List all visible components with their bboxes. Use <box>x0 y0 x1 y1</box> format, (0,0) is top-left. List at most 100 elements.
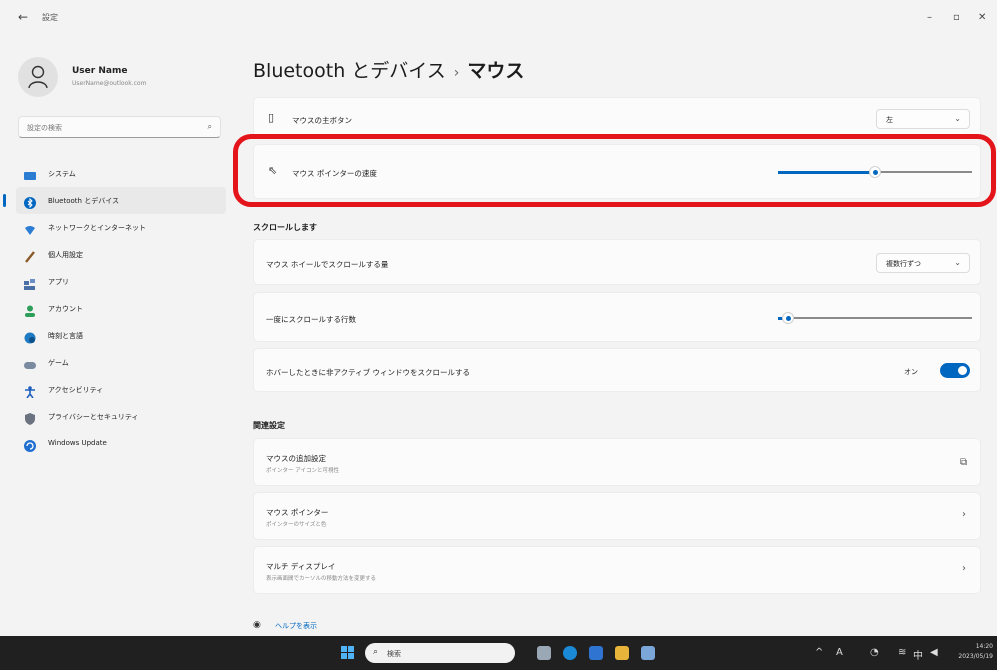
accessibility-icon <box>24 383 36 399</box>
primary-button-value: 左 <box>886 116 893 124</box>
scroll-lines-slider[interactable] <box>778 312 972 324</box>
sidebar-item-accounts[interactable]: アカウント <box>16 295 226 322</box>
related-item[interactable]: マルチ ディスプレイ 表示画面間でカーソルの移動方法を変更する › <box>253 546 981 594</box>
sidebar-item-label: 個人用設定 <box>48 251 83 259</box>
chevron-down-icon: ⌄ <box>954 114 961 123</box>
primary-button-label: マウスの主ボタン <box>292 116 352 125</box>
clock-date: 2023/05/19 <box>958 653 993 660</box>
edge-icon[interactable] <box>563 646 577 660</box>
user-name: User Name <box>72 66 128 76</box>
inactive-scroll-toggle[interactable] <box>940 363 970 378</box>
sidebar-item-label: Bluetooth とデバイス <box>48 197 119 205</box>
inactive-scroll-label: ホバーしたときに非アクティブ ウィンドウをスクロールする <box>266 368 471 377</box>
sidebar-nav: システム Bluetooth とデバイス ネットワークとインターネット 個人用設… <box>3 160 226 457</box>
title-bar: ← 設定 – ▫ ✕ <box>0 0 997 36</box>
help-icon: ◉ <box>253 620 261 630</box>
maximize-button[interactable]: ▫ <box>953 12 960 23</box>
close-button[interactable]: ✕ <box>978 12 986 23</box>
sidebar-item-accessibility[interactable]: アクセシビリティ <box>16 376 226 403</box>
shield-icon <box>24 410 36 425</box>
settings-app-icon[interactable] <box>641 646 655 660</box>
user-profile[interactable]: User Name UserName@outlook.com <box>18 57 228 101</box>
clock[interactable]: 14:20 2023/05/19 <box>958 642 993 662</box>
slider-thumb[interactable] <box>781 312 794 324</box>
sidebar-item-system[interactable]: システム <box>16 160 226 187</box>
language-icon[interactable]: 中 <box>913 647 923 662</box>
related-item[interactable]: マウス ポインター ポインターのサイズと色 › <box>253 492 981 540</box>
sidebar-item-windows-update[interactable]: Windows Update <box>16 430 226 457</box>
wheel-amount-row: マウス ホイールでスクロールする量 複数行ずつ ⌄ <box>253 239 981 285</box>
user-email: UserName@outlook.com <box>72 80 147 87</box>
search-icon: ⌕ <box>373 647 379 657</box>
related-item-subtitle: 表示画面間でカーソルの移動方法を変更する <box>266 576 377 582</box>
chevron-down-icon: ⌄ <box>954 258 961 267</box>
taskbar-search[interactable]: ⌕ 検索 <box>365 643 515 663</box>
related-item[interactable]: マウスの追加設定 ポインター アイコンと可視性 ⧉ <box>253 438 981 486</box>
apps-icon <box>24 275 36 290</box>
breadcrumb-separator-icon: › <box>453 65 460 81</box>
scroll-lines-row: 一度にスクロールする行数 <box>253 292 981 342</box>
sidebar-item-label: アクセシビリティ <box>48 386 104 394</box>
task-view-icon[interactable] <box>537 646 551 660</box>
wheel-amount-dropdown[interactable]: 複数行ずつ ⌄ <box>876 253 970 273</box>
explorer-icon[interactable] <box>615 646 629 660</box>
tray-chevron-icon[interactable]: ^ <box>815 647 823 658</box>
search-input[interactable]: 設定の検索 <box>27 123 62 133</box>
volume-icon[interactable]: ◀ <box>930 647 938 658</box>
ime-icon[interactable]: A <box>836 647 843 658</box>
clock-time: 14:20 <box>975 643 993 650</box>
slider-track <box>778 317 972 319</box>
wheel-amount-value: 複数行ずつ <box>886 260 921 268</box>
sidebar-item-label: ネットワークとインターネット <box>48 224 146 232</box>
inactive-scroll-row: ホバーしたときに非アクティブ ウィンドウをスクロールする オン <box>253 348 981 392</box>
sidebar-item-personalization[interactable]: 個人用設定 <box>16 241 226 268</box>
app-title: 設定 <box>42 13 58 22</box>
sidebar-item-label: システム <box>48 170 76 178</box>
sidebar-item-label: Windows Update <box>48 439 107 447</box>
related-section-heading: 関連設定 <box>253 421 285 430</box>
taskbar-search-input[interactable]: 検索 <box>387 649 401 659</box>
mouse-icon: ▯ <box>268 111 275 124</box>
breadcrumb-parent[interactable]: Bluetooth とデバイス <box>253 60 446 82</box>
sidebar-item-label: アプリ <box>48 278 69 286</box>
related-item-title: マウス ポインター <box>266 508 329 517</box>
store-icon[interactable] <box>589 646 603 660</box>
pointer-icon: ⇖ <box>268 164 278 177</box>
sidebar-item-time-language[interactable]: 時刻と言語 <box>16 322 226 349</box>
pointer-speed-row: ⇖ マウス ポインターの速度 <box>253 144 981 199</box>
sidebar-item-bluetooth[interactable]: Bluetooth とデバイス <box>3 187 226 214</box>
related-item-title: マルチ ディスプレイ <box>266 562 336 571</box>
primary-button-dropdown[interactable]: 左 ⌄ <box>876 109 970 129</box>
help-label: ヘルプを表示 <box>275 622 317 630</box>
open-external-icon: ⧉ <box>960 457 968 468</box>
back-button[interactable]: ← <box>18 10 28 24</box>
wifi-icon[interactable]: ≋ <box>898 647 906 658</box>
pointer-speed-slider[interactable] <box>778 166 972 178</box>
globe-clock-icon <box>24 329 36 344</box>
scroll-lines-label: 一度にスクロールする行数 <box>266 315 356 324</box>
minimize-button[interactable]: – <box>927 12 932 23</box>
wheel-amount-label: マウス ホイールでスクロールする量 <box>266 260 389 269</box>
breadcrumb: Bluetooth とデバイス › マウス <box>253 56 524 83</box>
bluetooth-icon <box>24 194 36 209</box>
sidebar-item-label: プライバシーとセキュリティ <box>48 413 139 421</box>
brush-icon <box>24 248 36 263</box>
search-icon: ⌕ <box>207 122 212 131</box>
sidebar-item-privacy[interactable]: プライバシーとセキュリティ <box>16 403 226 430</box>
chevron-right-icon: › <box>962 509 966 520</box>
sidebar-item-gaming[interactable]: ゲーム <box>16 349 226 376</box>
slider-thumb[interactable] <box>869 166 881 178</box>
related-item-subtitle: ポインター アイコンと可視性 <box>266 468 339 474</box>
slider-fill <box>778 170 875 174</box>
windows-start-icon[interactable] <box>341 646 355 660</box>
search-box[interactable]: 設定の検索 ⌕ <box>18 116 221 138</box>
sidebar-item-network[interactable]: ネットワークとインターネット <box>16 214 226 241</box>
sidebar-item-label: ゲーム <box>48 359 69 367</box>
tray-status-icon[interactable]: ◔ <box>870 647 879 658</box>
update-icon <box>24 437 36 452</box>
settings-window: ← 設定 – ▫ ✕ User Name UserName@outlook.co… <box>0 0 997 636</box>
sidebar-item-apps[interactable]: アプリ <box>16 268 226 295</box>
sidebar-item-label: 時刻と言語 <box>48 332 83 340</box>
toggle-state-label: オン <box>904 368 918 376</box>
gamepad-icon <box>24 356 36 369</box>
